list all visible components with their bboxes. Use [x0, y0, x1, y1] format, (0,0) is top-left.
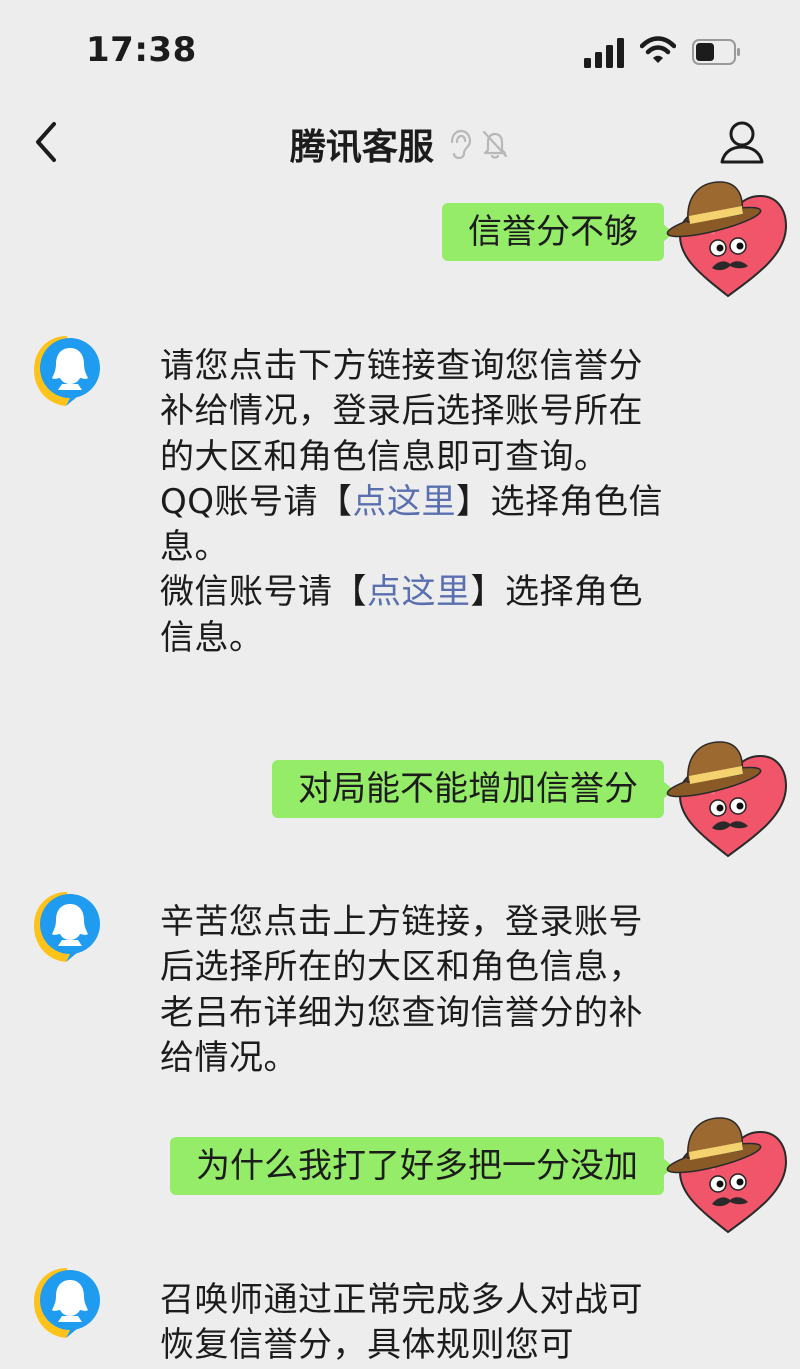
heart-hat-avatar-icon[interactable] [640, 176, 790, 308]
message-text: 辛苦您点击上方链接，登录账号后选择所在的大区和角色信息，老吕布详细为您查询信誉分… [160, 902, 643, 1078]
qq-account-link[interactable]: 点这里 [353, 482, 457, 522]
profile-icon[interactable] [718, 118, 766, 166]
message-text: 信誉分不够 [468, 212, 638, 252]
incoming-message: 召唤师通过正常完成多人对战可恢复信誉分，具体规则您可 [160, 1278, 670, 1369]
message-text: 对局能不能增加信誉分 [298, 769, 638, 809]
battery-icon [692, 39, 740, 65]
bell-muted-icon [482, 130, 508, 159]
page-title: 腾讯客服 [289, 127, 434, 168]
incoming-message: 辛苦您点击上方链接，登录账号后选择所在的大区和角色信息，老吕布详细为您查询信誉分… [160, 900, 670, 1081]
message-text: 请您点击下方链接查询您信誉分补给情况，登录后选择账号所在的大区和角色信息即可查询… [160, 346, 643, 477]
outgoing-message[interactable]: 信誉分不够 [442, 203, 674, 261]
qq-service-avatar-icon[interactable] [30, 890, 104, 964]
wifi-icon [640, 36, 676, 63]
signal-icon [584, 38, 624, 68]
message-text: 为什么我打了好多把一分没加 [196, 1146, 638, 1186]
outgoing-message[interactable]: 对局能不能增加信誉分 [272, 760, 674, 818]
message-line: QQ账号请【点这里】选择角色信息。 [160, 481, 664, 568]
nav-bar: 腾讯客服 [0, 100, 800, 184]
message-line: 微信账号请【点这里】选择角色信息。 [160, 572, 643, 658]
qq-service-avatar-icon[interactable] [30, 1266, 104, 1340]
qq-service-avatar-icon[interactable] [30, 334, 104, 408]
heart-hat-avatar-icon[interactable] [640, 1112, 790, 1244]
outgoing-message[interactable]: 为什么我打了好多把一分没加 [170, 1137, 674, 1195]
status-time: 17:38 [86, 30, 197, 70]
wechat-account-link[interactable]: 点这里 [367, 572, 471, 612]
status-bar: 17:38 [0, 0, 800, 100]
message-text: 召唤师通过正常完成多人对战可恢复信誉分，具体规则您可 [160, 1280, 643, 1366]
heart-hat-avatar-icon[interactable] [640, 736, 790, 868]
ear-icon [450, 129, 472, 160]
incoming-message: 请您点击下方链接查询您信誉分补给情况，登录后选择账号所在的大区和角色信息即可查询… [160, 344, 670, 661]
nav-title-group: 腾讯客服 [0, 118, 800, 170]
